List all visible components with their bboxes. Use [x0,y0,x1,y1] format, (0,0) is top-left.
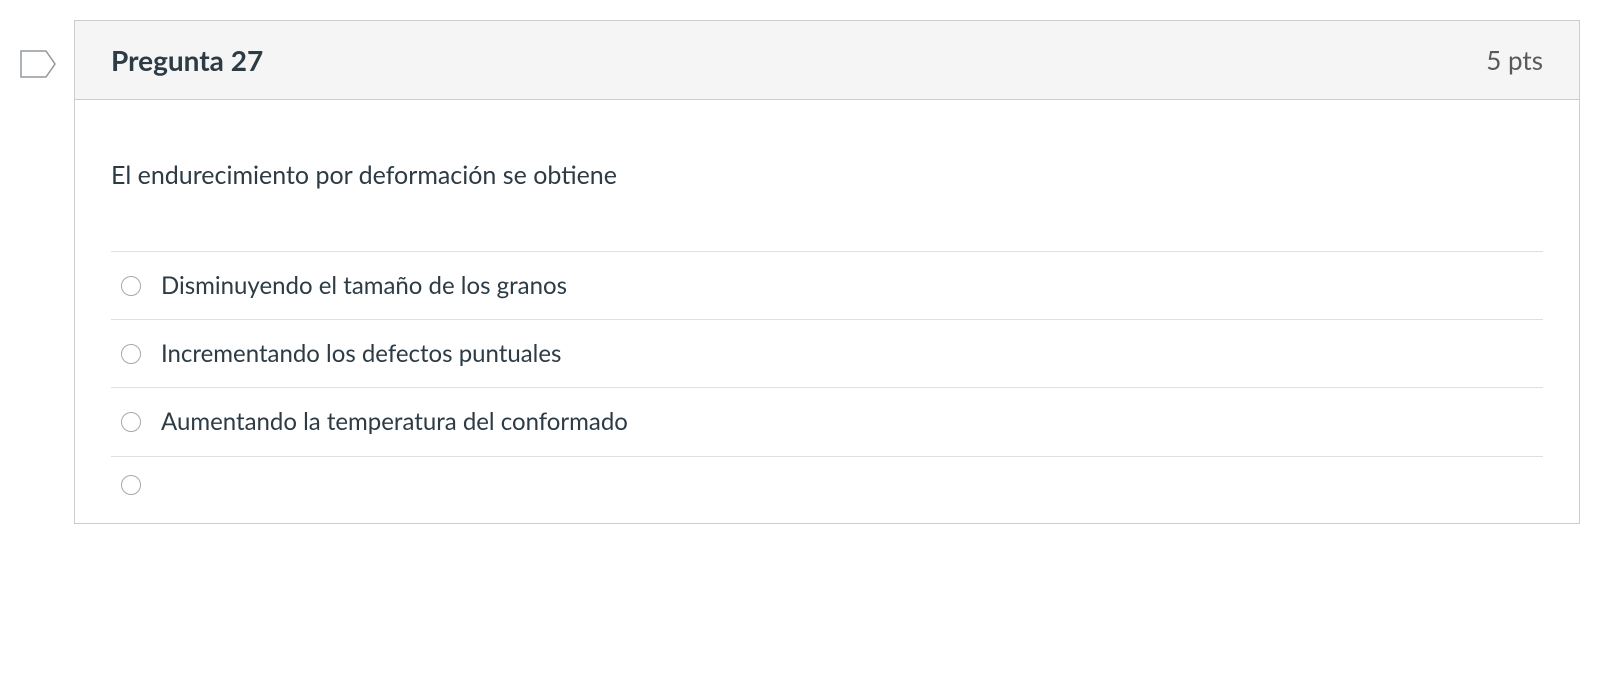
question-card: Pregunta 27 5 pts El endurecimiento por … [74,20,1580,524]
flag-icon[interactable] [20,50,56,78]
answer-option[interactable] [111,456,1543,513]
question-text: El endurecimiento por deformación se obt… [111,158,1543,193]
answers-list: Disminuyendo el tamaño de los granos Inc… [111,251,1543,513]
question-header: Pregunta 27 5 pts [75,21,1579,100]
answer-label: Incrementando los defectos puntuales [161,338,561,369]
question-wrapper: Pregunta 27 5 pts El endurecimiento por … [20,20,1580,524]
answer-option[interactable]: Aumentando la temperatura del conformado [111,387,1543,455]
question-body: El endurecimiento por deformación se obt… [75,100,1579,523]
answer-label: Disminuyendo el tamaño de los granos [161,270,567,301]
question-points: 5 pts [1486,44,1543,76]
question-title: Pregunta 27 [111,43,263,77]
answer-label: Aumentando la temperatura del conformado [161,406,628,437]
answer-option[interactable]: Incrementando los defectos puntuales [111,319,1543,387]
radio-icon[interactable] [121,475,141,495]
answer-option[interactable]: Disminuyendo el tamaño de los granos [111,251,1543,319]
radio-icon[interactable] [121,412,141,432]
radio-icon[interactable] [121,344,141,364]
radio-icon[interactable] [121,276,141,296]
